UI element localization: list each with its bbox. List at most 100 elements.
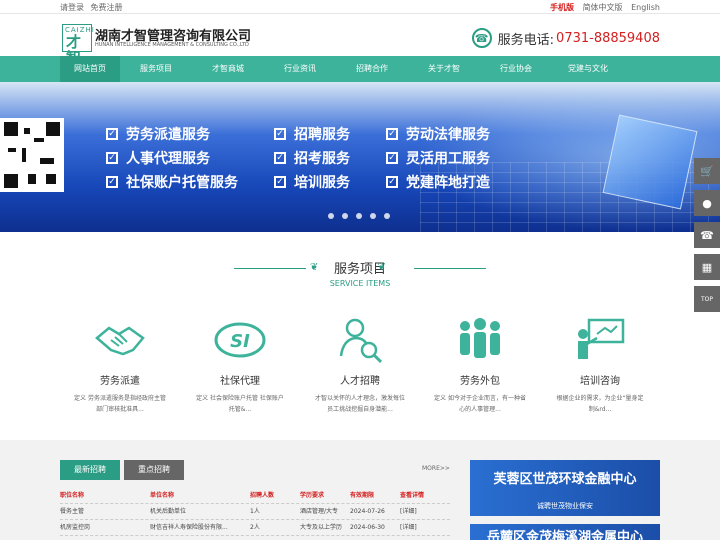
service-item[interactable]: SI 社保代理 定义 社会保险账户托管 社保账户托管&... xyxy=(180,310,300,415)
banner-row-1: ✓ 劳务派遣服务 ✓ 招聘服务 ✓ 劳动法律服务 xyxy=(106,124,490,144)
column-header: 查看详情 xyxy=(400,492,425,499)
banner-item: 培训服务 xyxy=(294,175,350,191)
slider-dots xyxy=(324,213,394,219)
ad-banner-2[interactable]: 岳麓区金茂梅溪湖金属中心 xyxy=(470,524,660,545)
ad-title: 芙蓉区世茂环球金融中心 xyxy=(493,472,637,487)
banner-item: 党建阵地打造 xyxy=(406,175,490,191)
nav-recruit[interactable]: 招聘合作 xyxy=(336,56,408,82)
si-badge-icon: SI xyxy=(180,310,300,370)
nav-mall[interactable]: 才智商城 xyxy=(192,56,264,82)
checkbox-icon: ✓ xyxy=(106,176,118,188)
slider-dot[interactable] xyxy=(342,213,348,219)
job-title[interactable]: 餐务主管 xyxy=(60,504,150,519)
service-desc: 定义 如今对于企业而言，有一种省心的人事管理... xyxy=(434,395,526,413)
back-to-top-button[interactable]: TOP xyxy=(694,286,720,312)
more-link[interactable]: MORE>> xyxy=(422,465,450,472)
column-header: 单位名称 xyxy=(150,492,175,499)
nav-association[interactable]: 行业协会 xyxy=(480,56,552,82)
slider-dot[interactable] xyxy=(384,213,390,219)
services-list: 劳务派遣 定义 劳务派遣服务是指经政府主管部门审核批准具... SI 社保代理 … xyxy=(60,310,660,415)
qr-code xyxy=(0,118,64,192)
lang-cn-link[interactable]: 简体中文版 xyxy=(583,3,623,12)
column-header: 职位名称 xyxy=(60,492,85,499)
hotline: ☎ 服务电话: 0731-88859408 xyxy=(471,27,660,49)
banner-item: 灵活用工服务 xyxy=(406,151,490,167)
team-icon xyxy=(420,310,540,370)
jobs-tabs: 最新招聘 重点招聘 xyxy=(60,460,188,480)
logo-mark: CAIZHI 才智 xyxy=(62,24,94,66)
table-header: 职位名称 单位名称 招聘人数 学历要求 有效期限 查看详情 xyxy=(60,488,450,504)
login-link[interactable]: 请登录 xyxy=(60,3,84,12)
service-item[interactable]: 培训咨询 根据企业的需求，为企业“量身定制&rd... xyxy=(540,310,660,415)
cube-graphic xyxy=(602,114,698,210)
banner-item: 人事代理服务 xyxy=(126,151,210,167)
floating-sidebar: 🛒 ● ☎ ▦ TOP xyxy=(694,158,720,318)
divider-line xyxy=(234,268,306,269)
column-header: 有效期限 xyxy=(350,492,375,499)
job-detail-link[interactable]: [详细] xyxy=(400,520,440,535)
lang-en-link[interactable]: English xyxy=(631,3,660,12)
ad-banner-1[interactable]: 芙蓉区世茂环球金融中心 诚聘世茂物业保安 xyxy=(470,460,660,516)
main-nav: 网站首页 服务项目 才智商城 行业资讯 招聘合作 关于才智 行业协会 党建与文化 xyxy=(0,56,720,82)
column-header: 学历要求 xyxy=(300,492,325,499)
service-name: 劳务派遣 xyxy=(100,376,140,387)
job-detail-link[interactable]: [详细] xyxy=(400,504,440,519)
services-title-cn: 服务项目 xyxy=(333,262,386,277)
job-deadline: 2024-06-30 xyxy=(350,524,385,531)
services-title-en: SERVICE ITEMS xyxy=(329,279,391,288)
mobile-version-link[interactable]: 手机版 xyxy=(550,3,574,12)
register-link[interactable]: 免费注册 xyxy=(91,3,123,12)
banner-item: 劳动法律服务 xyxy=(406,127,490,143)
ad-title: 岳麓区金茂梅溪湖金属中心 xyxy=(486,530,643,545)
service-desc: 才智以关怀的人才理念，激发每位员工挑战挖掘自身潜能... xyxy=(314,395,405,413)
service-item[interactable]: 人才招聘 才智以关怀的人才理念，激发每位员工挑战挖掘自身潜能... xyxy=(300,310,420,415)
service-desc: 根据企业的需求，为企业“量身定制&rd... xyxy=(556,395,644,413)
slider-dot[interactable] xyxy=(356,213,362,219)
job-count: 2人 xyxy=(250,524,260,531)
nav-party[interactable]: 党建与文化 xyxy=(552,56,624,82)
table-row[interactable]: 餐务主管 机关后勤单位 1人 酒店管理/大专 2024-07-26 [详细] xyxy=(60,504,450,520)
qq-icon[interactable]: ● xyxy=(694,190,720,216)
cart-icon[interactable]: 🛒 xyxy=(694,158,720,184)
service-name: 培训咨询 xyxy=(580,376,620,387)
banner-item: 社保账户托管服务 xyxy=(126,175,238,191)
slider-dot[interactable] xyxy=(328,213,334,219)
leaf-icon: ❦ xyxy=(310,262,319,273)
ad-subtitle: 诚聘世茂物业保安 xyxy=(537,502,593,510)
table-row[interactable]: 机房监控岗 财信吉祥人寿保险股份有限... 2人 大专及以上学历 2024-06… xyxy=(60,520,450,536)
job-count: 1人 xyxy=(250,508,260,515)
talent-search-icon xyxy=(300,310,420,370)
column-header: 招聘人数 xyxy=(250,492,275,499)
nav-about[interactable]: 关于才智 xyxy=(408,56,480,82)
divider-line xyxy=(414,268,486,269)
svg-text:SI: SI xyxy=(230,331,250,352)
banner-item: 劳务派遣服务 xyxy=(126,127,210,143)
phone-icon[interactable]: ☎ xyxy=(694,222,720,248)
job-education: 大专及以上学历 xyxy=(300,524,343,531)
logo[interactable]: CAIZHI 才智 湖南才智管理咨询有限公司 HUNAN INTELLIGENC… xyxy=(62,24,252,66)
service-item[interactable]: 劳务外包 定义 如今对于企业而言，有一种省心的人事管理... xyxy=(420,310,540,415)
hotline-number: 0731-88859408 xyxy=(556,30,660,46)
job-title[interactable]: 机房监控岗 xyxy=(60,520,150,535)
service-name: 劳务外包 xyxy=(460,376,500,387)
hero-banner[interactable]: ✓ 劳务派遣服务 ✓ 招聘服务 ✓ 劳动法律服务 ✓ 人事代理服务 ✓ 招考服务 ✓ 灵活用… xyxy=(0,82,720,232)
nav-home[interactable]: 网站首页 xyxy=(60,56,120,82)
training-icon xyxy=(540,310,660,370)
tab-latest-jobs[interactable]: 最新招聘 xyxy=(60,460,120,480)
jobs-table: 职位名称 单位名称 招聘人数 学历要求 有效期限 查看详情 餐务主管 机关后勤单… xyxy=(60,488,450,536)
qr-icon[interactable]: ▦ xyxy=(694,254,720,280)
leaf-icon: ❦ xyxy=(377,262,386,273)
nav-services[interactable]: 服务项目 xyxy=(120,56,192,82)
service-item[interactable]: 劳务派遣 定义 劳务派遣服务是指经政府主管部门审核批准具... xyxy=(60,310,180,415)
checkbox-icon: ✓ xyxy=(386,128,398,140)
slider-dot[interactable] xyxy=(370,213,376,219)
job-deadline: 2024-07-26 xyxy=(350,508,385,515)
checkbox-icon: ✓ xyxy=(106,152,118,164)
services-section-title: ❦ 服务项目 SERVICE ITEMS ❦ xyxy=(0,258,720,294)
service-desc: 定义 劳务派遣服务是指经政府主管部门审核批准具... xyxy=(74,395,166,413)
header: CAIZHI 才智 湖南才智管理咨询有限公司 HUNAN INTELLIGENC… xyxy=(0,14,720,66)
phone-icon: ☎ xyxy=(471,28,492,48)
nav-news[interactable]: 行业资讯 xyxy=(264,56,336,82)
tab-key-jobs[interactable]: 重点招聘 xyxy=(124,460,184,480)
banner-row-3: ✓ 社保账户托管服务 ✓ 培训服务 ✓ 党建阵地打造 xyxy=(106,172,490,192)
